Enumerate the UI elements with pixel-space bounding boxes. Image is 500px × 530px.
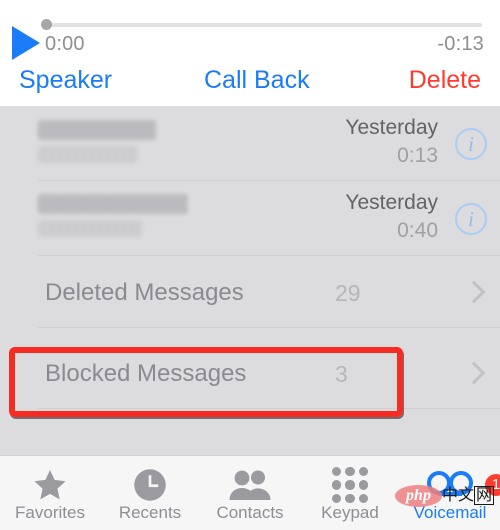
voicemail-duration: 0:13 [397,144,438,167]
tab-voicemail[interactable]: 1 Voicemail [400,456,500,530]
player-actions: Speaker Call Back Delete [0,66,500,104]
row-divider [38,408,500,409]
tab-favorites[interactable]: Favorites [0,456,100,530]
iphone-voicemail-screen: 0:00 -0:13 Speaker Call Back Delete Yest… [0,0,500,530]
tab-label: Favorites [15,503,85,522]
speaker-button[interactable]: Speaker [19,66,112,95]
voicemail-date: Yesterday [345,191,438,214]
voicemail-duration: 0:40 [397,219,438,242]
redacted-caller-name [38,194,188,214]
blocked-messages-label: Blocked Messages [45,360,247,387]
voicemail-date: Yesterday [345,116,438,139]
keypad-icon [300,465,400,503]
voicemail-reels-icon: 1 [400,465,500,503]
chevron-right-icon [462,280,486,304]
voicemail-row[interactable]: Yesterday 0:13 i [0,106,500,181]
deleted-messages-row[interactable]: Deleted Messages 29 [0,262,500,328]
star-icon [0,465,100,503]
redacted-caller-subtitle [38,146,138,163]
playback-scrubber-knob[interactable] [41,19,52,30]
tab-label: Recents [118,503,182,522]
call-back-button[interactable]: Call Back [204,66,310,95]
tab-label: Voicemail [413,503,487,522]
elapsed-time: 0:00 [45,33,85,55]
tab-bar: Favorites Recents Contacts Keypad 1 Voic… [0,455,500,530]
info-circle-icon[interactable]: i [455,128,487,160]
voicemail-badge: 1 [485,474,500,496]
voicemail-tape-bar [438,492,462,496]
tab-label: Contacts [216,503,284,522]
tab-recents[interactable]: Recents [100,456,200,530]
blocked-messages-count: 3 [335,361,348,387]
chevron-right-icon [462,361,486,385]
tab-label: Keypad [321,503,379,522]
tab-keypad[interactable]: Keypad [300,456,400,530]
voicemail-player: 0:00 -0:13 Speaker Call Back Delete [0,0,500,106]
info-circle-icon[interactable]: i [455,203,487,235]
clock-icon [100,465,200,503]
blocked-messages-row[interactable]: Blocked Messages 3 [0,343,500,409]
voicemail-list: Yesterday 0:13 i Yesterday 0:40 i Delete… [0,106,500,455]
redacted-caller-subtitle [38,220,142,237]
delete-button[interactable]: Delete [409,66,481,95]
deleted-messages-count: 29 [335,280,361,306]
play-triangle-icon[interactable] [12,26,40,60]
row-divider [38,327,500,328]
voicemail-row[interactable]: Yesterday 0:40 i [0,181,500,256]
deleted-messages-label: Deleted Messages [45,279,244,306]
row-divider [38,255,500,256]
remaining-time: -0:13 [437,33,484,55]
contacts-icon [200,465,300,503]
redacted-caller-name [38,120,156,140]
playback-scrubber-track[interactable] [44,23,482,27]
tab-contacts[interactable]: Contacts [200,456,300,530]
